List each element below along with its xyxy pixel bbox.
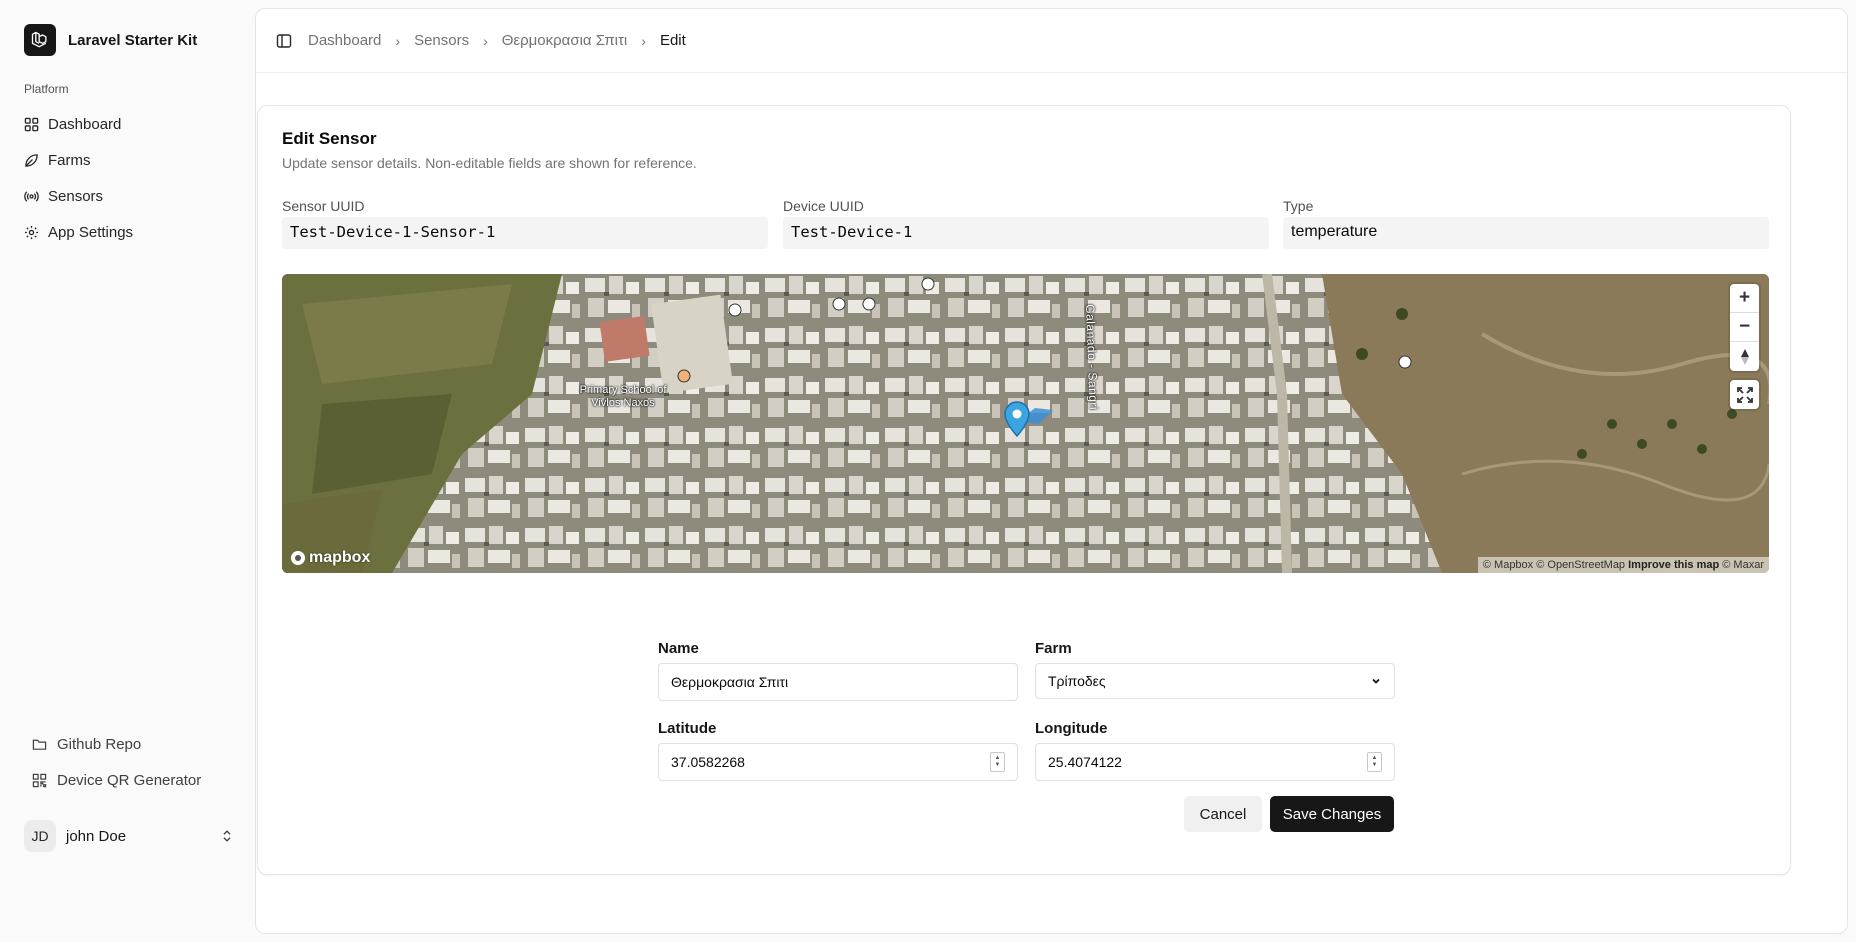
page-title: Edit Sensor <box>282 129 377 148</box>
improve-map-link[interactable]: Improve this map <box>1628 559 1719 571</box>
signal-icon <box>24 190 39 202</box>
chevron-right-icon: › <box>483 32 488 49</box>
user-menu[interactable]: JD john Doe <box>24 820 234 852</box>
save-changes-button[interactable]: Save Changes <box>1270 796 1394 832</box>
page-description: Update sensor details. Non-editable fiel… <box>282 155 697 171</box>
latitude-input[interactable]: 37.0582268 ▲ ▼ <box>658 743 1018 781</box>
fullscreen-button[interactable] <box>1730 380 1759 409</box>
edit-sensor-card: Edit Sensor Update sensor details. Non-e… <box>257 105 1791 875</box>
sensor-uuid-value: Test-Device-1-Sensor-1 <box>282 217 768 249</box>
map-zoom-controls: + − <box>1730 284 1759 371</box>
type-value: temperature <box>1283 217 1769 249</box>
sensor-uuid-label: Sensor UUID <box>282 198 365 214</box>
map-attribution: © Mapbox © OpenStreetMap Improve this ma… <box>1477 557 1769 573</box>
topbar: Dashboard › Sensors › Θερμοκρασια Σπιτι … <box>256 9 1847 73</box>
app-name: Laravel Starter Kit <box>68 31 198 49</box>
latitude-stepper[interactable]: ▲ ▼ <box>990 752 1005 772</box>
type-field: Type temperature <box>1283 198 1769 249</box>
latitude-value: 37.0582268 <box>671 754 745 770</box>
device-uuid-label: Device UUID <box>783 198 864 214</box>
sidebar-item-label: Farms <box>48 151 91 169</box>
laravel-logo-icon <box>24 24 56 56</box>
sidebar-item-app-settings[interactable]: App Settings <box>24 214 239 250</box>
name-field: Name Θερμοκρασια Σπιτι <box>658 640 1018 701</box>
farm-field: Farm Τρίποδες <box>1035 640 1395 699</box>
main-content: Dashboard › Sensors › Θερμοκρασια Σπιτι … <box>255 8 1848 934</box>
footer-links: Github Repo Device QR Generator <box>32 726 201 798</box>
chevron-right-icon: › <box>395 32 401 49</box>
longitude-input[interactable]: 25.4074122 ▲ ▼ <box>1035 743 1395 781</box>
qr-icon <box>32 773 47 787</box>
name-label: Name <box>658 640 699 657</box>
mapbox-icon <box>291 551 305 565</box>
github-repo-link[interactable]: Github Repo <box>32 726 201 762</box>
farm-select[interactable]: Τρίποδες <box>1035 663 1395 699</box>
footer-link-label: Device QR Generator <box>57 771 202 789</box>
longitude-field: Longitude 25.4074122 ▲ ▼ <box>1035 720 1395 781</box>
name-input[interactable]: Θερμοκρασια Σπιτι <box>658 663 1018 701</box>
leaf-icon <box>25 153 38 167</box>
compass-icon[interactable] <box>1730 342 1759 371</box>
attribution-osm[interactable]: © OpenStreetMap <box>1536 559 1625 571</box>
user-name: john Doe <box>66 827 127 845</box>
sidebar: Laravel Starter Kit Platform Dashboard F… <box>0 0 255 942</box>
latitude-field: Latitude 37.0582268 ▲ ▼ <box>658 720 1018 781</box>
sidebar-item-label: App Settings <box>48 223 134 241</box>
longitude-label: Longitude <box>1035 720 1108 737</box>
map-zoom-out-button[interactable]: − <box>1730 313 1759 342</box>
map-zoom-in-button[interactable]: + <box>1730 284 1759 313</box>
mapbox-logo-text: mapbox <box>309 549 371 566</box>
nav-group-label: Platform <box>24 82 69 96</box>
fullscreen-icon <box>1736 386 1753 403</box>
device-uuid-value: Test-Device-1 <box>783 217 1269 249</box>
sensor-uuid-field: Sensor UUID Test-Device-1-Sensor-1 <box>282 198 768 249</box>
farm-label: Farm <box>1035 640 1072 657</box>
location-map[interactable]: Primary School of Vivlos Naxos Galanado … <box>282 274 1769 573</box>
device-qr-generator-link[interactable]: Device QR Generator <box>32 762 201 798</box>
sidebar-item-sensors[interactable]: Sensors <box>24 178 239 214</box>
sidebar-item-farms[interactable]: Farms <box>24 142 239 178</box>
breadcrumb-dashboard[interactable]: Dashboard <box>308 32 381 49</box>
latitude-label: Latitude <box>658 720 717 737</box>
breadcrumb: Dashboard › Sensors › Θερμοκρασια Σπιτι … <box>308 32 686 49</box>
longitude-value: 25.4074122 <box>1048 754 1122 770</box>
sidebar-item-dashboard[interactable]: Dashboard <box>24 106 239 142</box>
attribution-maxar[interactable]: © Maxar <box>1722 559 1764 571</box>
breadcrumb-sensors[interactable]: Sensors <box>414 32 469 49</box>
main-nav: Dashboard Farms Sensors App Settings <box>24 106 239 250</box>
map-school-label: Primary School of Vivlos Naxos <box>579 384 667 409</box>
breadcrumb-current: Edit <box>659 32 686 49</box>
farm-select-value: Τρίποδες <box>1048 673 1106 689</box>
chevron-right-icon: › <box>641 32 646 49</box>
grid-icon <box>24 117 39 131</box>
gear-icon <box>24 225 39 239</box>
type-label: Type <box>1283 198 1314 214</box>
mapbox-logo[interactable]: mapbox <box>290 549 370 567</box>
footer-link-label: Github Repo <box>57 735 142 753</box>
breadcrumb-sensor[interactable]: Θερμοκρασια Σπιτι <box>502 32 628 49</box>
sidebar-toggle-icon[interactable] <box>276 33 292 49</box>
sidebar-item-label: Dashboard <box>48 115 122 133</box>
chevron-down-icon <box>1372 678 1380 684</box>
brand[interactable]: Laravel Starter Kit <box>24 24 197 56</box>
folder-icon <box>32 739 47 750</box>
device-uuid-field: Device UUID Test-Device-1 <box>783 198 1269 249</box>
chevrons-up-down-icon <box>223 830 231 842</box>
cancel-button[interactable]: Cancel <box>1184 796 1262 832</box>
avatar: JD <box>24 820 56 852</box>
satellite-imagery <box>282 274 1769 573</box>
attribution-mapbox[interactable]: © Mapbox <box>1483 559 1533 571</box>
sidebar-item-label: Sensors <box>48 187 104 205</box>
longitude-stepper[interactable]: ▲ ▼ <box>1367 752 1382 772</box>
